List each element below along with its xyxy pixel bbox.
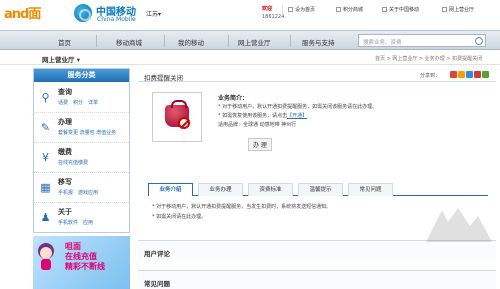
search-icon[interactable]: [475, 37, 483, 45]
category-title: 移写: [58, 178, 72, 186]
detail-tabs: 业务介绍 业务办理 资费标准 温馨提示 常见问题: [148, 183, 488, 196]
content-header: 扣费提醒关闭 分享到：: [138, 68, 496, 82]
promo-banner[interactable]: 咀面 在线充值 精彩不断线: [33, 236, 130, 289]
product-image: [152, 92, 202, 142]
category-handle[interactable]: ✎ 办理 套餐变更 流量包 增值业务: [34, 114, 129, 143]
product-box: 业务简介： * 对于移动用户，默认开通扣费提醒服务，如需关闭该服务请在此办理。 …: [148, 92, 488, 172]
checkbox-icon: [382, 7, 387, 12]
category-title: 关于: [58, 208, 72, 216]
tab-intro[interactable]: 业务介绍: [148, 183, 193, 196]
online-hall-link[interactable]: 网上营业厅: [442, 6, 474, 13]
banner-text: 咀面 在线充值 精彩不断线: [65, 242, 105, 271]
category-links[interactable]: 套餐变更 流量包 增值业务: [58, 129, 116, 136]
share-more-icon[interactable]: [482, 71, 489, 78]
about-link[interactable]: 关于中国移动: [382, 6, 419, 13]
share-renren-icon[interactable]: [474, 71, 481, 78]
nav-online-hall[interactable]: 网上营业厅: [238, 37, 271, 47]
nav-divider: [228, 35, 229, 47]
breadcrumb: 首页 > 网上营业厅 > 业务办理 > 扣费提醒关闭: [375, 56, 483, 62]
prohibit-icon: [178, 117, 190, 129]
points-mall-link[interactable]: 积分商城: [336, 6, 363, 13]
service-category-panel: 服务分类 ⚲ 查询 话费 积分 详单 ✎ 办理 套餐变更 流量包 增值业务 ¥ …: [33, 68, 130, 233]
category-title: 查询: [58, 88, 72, 96]
share-weibo-icon[interactable]: [450, 71, 457, 78]
nav-mall[interactable]: 移动商城: [116, 37, 142, 47]
category-apps[interactable]: ▦ 移写 手机报 游戏应用: [34, 174, 129, 203]
product-line: * 对于移动用户，默认开通扣费提醒服务，如需关闭该服务请在此办理。: [218, 104, 378, 110]
checkbox-icon: [336, 7, 341, 12]
section-title: 用户评论: [144, 250, 170, 258]
main-nav: 首页 移动商城 我的移动 网上营业厅 服务与支持 搜索业务、资费: [0, 30, 500, 50]
main-content: 扣费提醒关闭 分享到： 业务简介： * 对于移动用户，默认开通扣费提醒服务，如需…: [138, 68, 496, 289]
tab-fees[interactable]: 资费标准: [248, 183, 293, 196]
share-qzone-icon[interactable]: [458, 71, 465, 78]
panel-title: 服务分类: [34, 69, 129, 82]
cartoon-girl-icon: [38, 243, 54, 270]
product-line: 适用品牌：全球通 动感地带 神州行: [218, 122, 297, 128]
category-about[interactable]: ♟ 关于 手机软件 应用: [34, 204, 129, 233]
category-payment[interactable]: ¥ 缴费 在线充值缴费: [34, 144, 129, 173]
hall-selector[interactable]: 网上营业厅 ▾: [42, 54, 80, 64]
payment-icon: ¥: [42, 151, 49, 164]
divider: [282, 5, 283, 15]
checkbox-icon: [442, 7, 447, 12]
sub-bar: 网上营业厅 ▾ 首页 > 网上营业厅 > 业务办理 > 扣费提醒关闭: [0, 51, 500, 65]
share-tencent-icon[interactable]: [466, 71, 473, 78]
product-line: * 如需恢复使用该服务，请点击【开通】: [218, 113, 308, 119]
watermark-icon: [426, 208, 492, 242]
grid-icon: ▦: [40, 181, 51, 194]
person-icon: ♟: [40, 211, 51, 224]
site-header: and面 中国移动 China Mobile 江苏▾ 欢迎 1861224 设为…: [0, 0, 500, 28]
tab-faq[interactable]: 常见问题: [348, 183, 393, 196]
tab-tips[interactable]: 温馨提示: [298, 183, 343, 196]
product-name: 业务简介：: [218, 95, 249, 102]
user-number: 1861224: [262, 14, 285, 20]
section-title: 常见问题: [144, 280, 170, 288]
page-title: 扣费提醒关闭: [144, 74, 183, 82]
category-links[interactable]: 手机软件 应用: [58, 219, 93, 226]
region-select[interactable]: 江苏▾: [146, 9, 161, 18]
and-logo[interactable]: and面: [4, 3, 41, 22]
pen-icon: ✎: [40, 121, 51, 134]
user-info: 欢迎 1861224: [262, 5, 284, 20]
share-label: 分享到：: [420, 73, 441, 79]
category-links[interactable]: 手机报 游戏应用: [58, 189, 98, 196]
handle-button[interactable]: 办 理: [248, 138, 272, 151]
category-links[interactable]: 话费 积分 详单: [58, 99, 98, 106]
faq-section[interactable]: 常见问题: [138, 270, 496, 289]
china-mobile-logo-icon[interactable]: [74, 4, 92, 22]
user-greeting: 欢迎: [262, 6, 273, 12]
brand-name-en: China Mobile: [97, 16, 136, 23]
search-input[interactable]: 搜索业务、资费: [358, 34, 486, 47]
product-info: 业务简介： * 对于移动用户，默认开通扣费提醒服务，如需关闭该服务请在此办理。 …: [218, 94, 478, 130]
nav-service[interactable]: 服务与支持: [302, 37, 335, 47]
nav-home[interactable]: 首页: [58, 37, 71, 47]
search-icon: ⚲: [41, 91, 50, 104]
set-homepage-link[interactable]: 设为首页: [288, 6, 315, 13]
nav-my-mobile[interactable]: 我的移动: [178, 37, 204, 47]
category-title: 缴费: [58, 148, 72, 156]
nav-divider: [290, 35, 291, 47]
nav-divider: [96, 35, 97, 47]
tab-handle[interactable]: 业务办理: [198, 183, 243, 196]
open-link[interactable]: 【开通】: [287, 113, 307, 119]
checkbox-icon: [288, 7, 293, 12]
category-query[interactable]: ⚲ 查询 话费 积分 详单: [34, 84, 129, 113]
category-links[interactable]: 在线充值缴费: [58, 159, 88, 166]
nav-divider: [164, 35, 165, 47]
category-title: 办理: [58, 118, 72, 126]
